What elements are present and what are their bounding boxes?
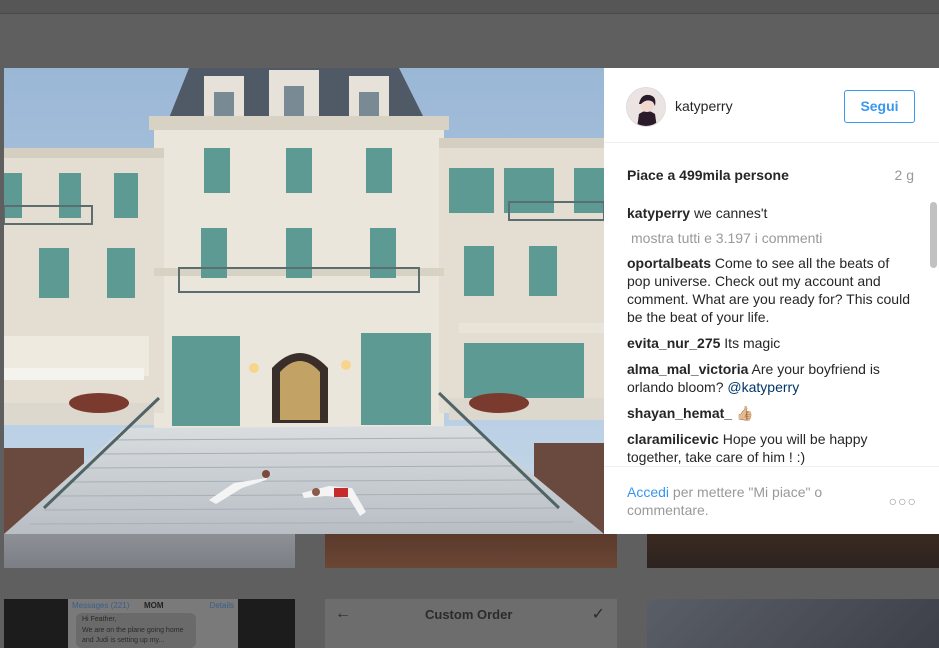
post-modal: katyperry Segui Piace a 499mila persone …	[4, 68, 939, 534]
grid-thumbnail[interactable]	[647, 599, 939, 648]
comment-username[interactable]: claramilicevic	[627, 431, 719, 447]
post-username[interactable]: katyperry	[675, 98, 733, 114]
message-bubble: Hi Feather, We are on the plane going ho…	[76, 613, 196, 648]
comment-item: alma_mal_victoria Are your boyfriend is …	[627, 360, 912, 396]
profile-picture-icon	[627, 88, 665, 126]
custom-order-title: Custom Order	[425, 607, 513, 622]
messages-details-link: Details	[209, 601, 234, 610]
likes-count[interactable]: Piace a 499mila persone	[627, 167, 789, 183]
comments-list[interactable]: katyperry we cannes't mostra tutti e 3.1…	[627, 204, 912, 466]
backdrop-top-bar	[0, 0, 939, 14]
login-link[interactable]: Accedi	[627, 484, 669, 500]
message-line: and Judi is setting up my...	[82, 637, 165, 644]
comment-username[interactable]: evita_nur_275	[627, 335, 720, 351]
comment-text: Its magic	[724, 335, 781, 351]
messages-back-link: Messages (221)	[72, 601, 130, 610]
post-header: katyperry Segui	[604, 68, 939, 143]
messages-screen: Messages (221) MOM Details Hi Feather, W…	[68, 599, 238, 648]
message-line: We are on the plane going home	[82, 627, 184, 634]
comment-item: claramilicevic Hope you will be happy to…	[627, 430, 912, 466]
comment-item: oportalbeats Come to see all the beats o…	[627, 254, 912, 326]
comments-scrollbar[interactable]	[930, 202, 937, 464]
comment-text: we cannes't	[693, 205, 768, 221]
grid-thumbnail[interactable]	[325, 534, 617, 568]
avatar[interactable]	[626, 87, 666, 127]
comment-item: evita_nur_275 Its magic	[627, 334, 912, 352]
comment-username[interactable]: shayan_hemat_	[627, 405, 732, 421]
post-timestamp[interactable]: 2 g	[895, 167, 914, 183]
arrow-left-icon: ←	[335, 605, 351, 622]
comment-mention-link[interactable]: @katyperry	[727, 379, 799, 395]
scrollbar-thumb[interactable]	[930, 202, 937, 268]
post-photo[interactable]	[4, 68, 604, 534]
thumbs-up-emoji: 👍🏼	[735, 405, 754, 421]
grid-thumbnail-messages[interactable]: Messages (221) MOM Details Hi Feather, W…	[4, 599, 295, 648]
checkmark-icon: ✓	[591, 606, 605, 623]
show-all-comments-link[interactable]: mostra tutti e 3.197 i commenti	[627, 230, 912, 246]
hotel-photo-illustration	[4, 68, 604, 534]
more-options-icon[interactable]: ○○○	[889, 493, 917, 509]
grid-thumbnail-custom-order[interactable]: ← Custom Order ✓	[325, 599, 617, 648]
caption: katyperry we cannes't	[627, 204, 912, 222]
message-line: Hi Feather,	[82, 616, 117, 623]
messages-contact: MOM	[144, 601, 164, 610]
grid-thumbnail[interactable]	[4, 534, 295, 568]
post-footer: Accedi per mettere "Mi piace" o commenta…	[604, 466, 939, 534]
follow-button[interactable]: Segui	[844, 90, 915, 123]
post-details-panel: katyperry Segui Piace a 499mila persone …	[604, 68, 939, 534]
comment-username[interactable]: oportalbeats	[627, 255, 711, 271]
login-prompt: Accedi per mettere "Mi piace" o commenta…	[627, 483, 877, 519]
comment-item: shayan_hemat_ 👍🏼	[627, 404, 912, 422]
comment-username[interactable]: katyperry	[627, 205, 690, 221]
comment-username[interactable]: alma_mal_victoria	[627, 361, 748, 377]
grid-thumbnail[interactable]	[647, 534, 939, 568]
